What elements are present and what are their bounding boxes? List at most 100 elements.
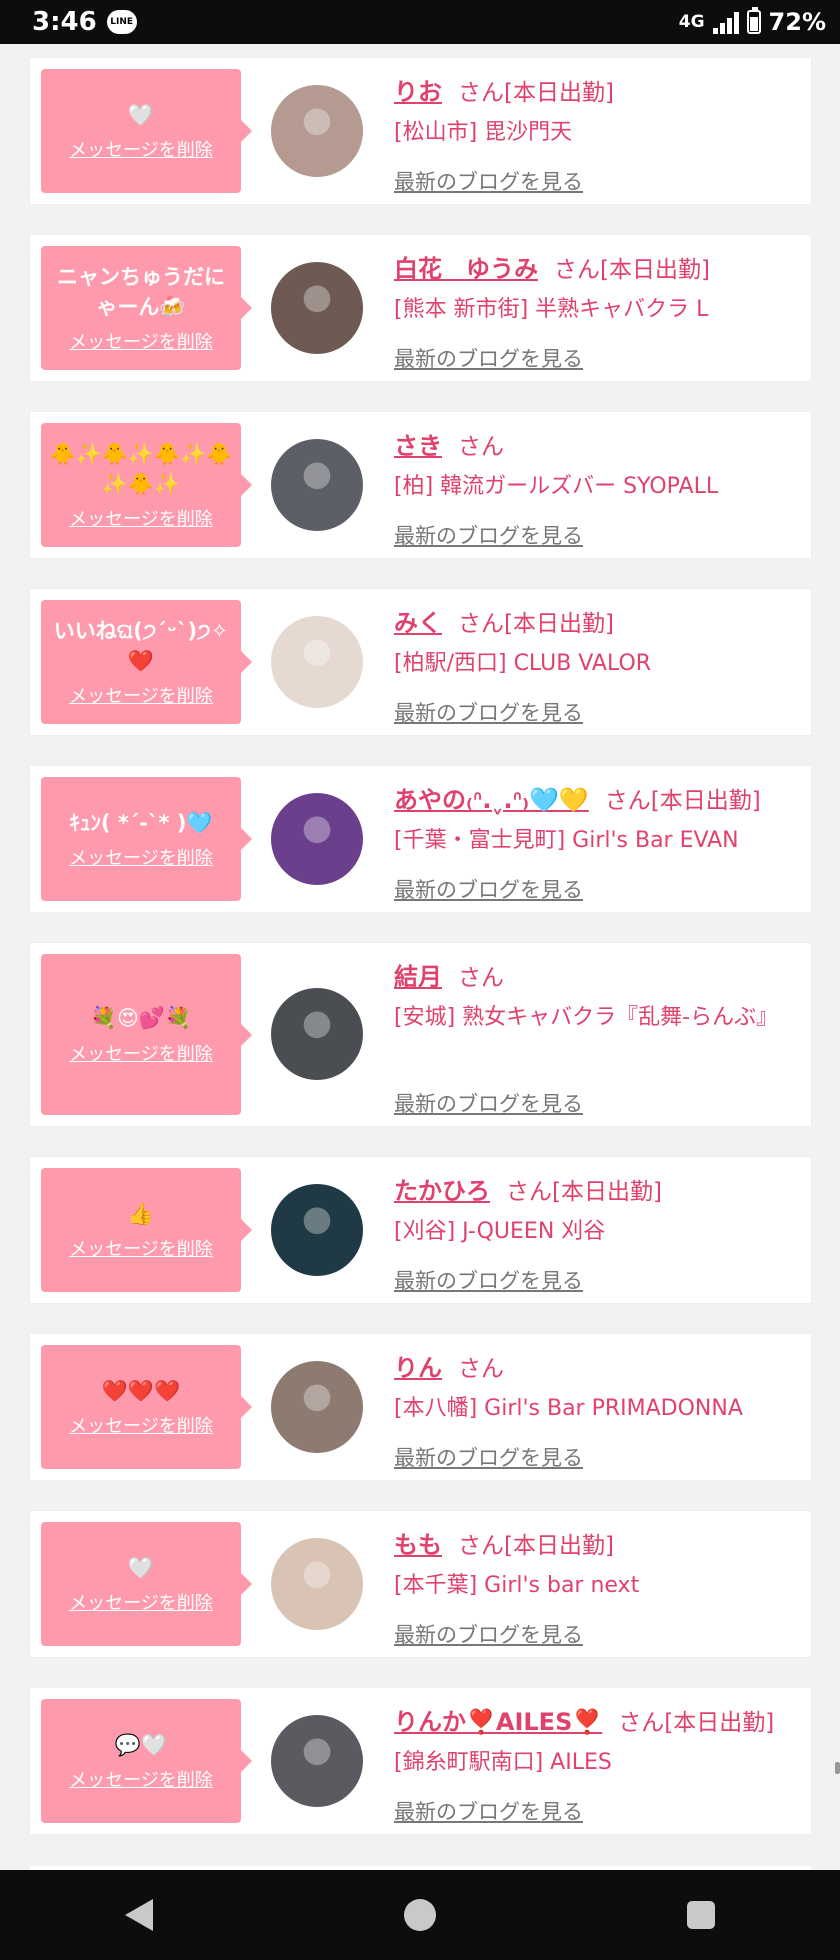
network-type: 4G xyxy=(678,12,705,32)
list-item: 🤍 メッセージを削除 もも さん[本日出勤] [本千葉] Girl's bar n… xyxy=(30,1511,811,1657)
delete-message-link[interactable]: メッセージを削除 xyxy=(69,844,213,870)
shop-label: [熊本 新市街] 半熟キャバクラ L xyxy=(394,297,709,322)
status-label: さん[本日出勤] xyxy=(618,1710,775,1736)
profile-name-link[interactable]: 結月 xyxy=(394,963,442,991)
profile-name-link[interactable]: 白花 ゆうみ xyxy=(394,255,538,283)
delete-message-link[interactable]: メッセージを削除 xyxy=(69,1589,213,1615)
blog-link[interactable]: 最新のブログを見る xyxy=(394,697,583,727)
profile-name-link[interactable]: りんか❣️AILES❣️ xyxy=(394,1708,602,1736)
message-text: 💬🤍 xyxy=(114,1732,168,1757)
blog-link[interactable]: 最新のブログを見る xyxy=(394,520,583,550)
profile-info: もも さん[本日出勤] [本千葉] Girl's bar next 最新のブログを… xyxy=(394,1525,803,1649)
status-time: 3:46 xyxy=(32,7,97,37)
shop-label: [千葉・富士見町] Girl's Bar EVAN xyxy=(394,828,739,853)
shop-label: [錦糸町駅南口] AILES xyxy=(394,1750,612,1775)
message-text: 🤍 xyxy=(127,1555,155,1580)
android-nav-bar xyxy=(0,1870,840,1960)
message-bubble: ❤️❤️❤️ メッセージを削除 xyxy=(41,1345,252,1469)
blog-link[interactable]: 最新のブログを見る xyxy=(394,1088,583,1118)
status-label: さん[本日出勤] xyxy=(458,611,614,637)
profile-info: あやの₍ᐢ.ˬ.ᐢ₎🩵💛 さん[本日出勤] [千葉・富士見町] Girl's Ba… xyxy=(394,780,803,904)
profile-info: たかひろ さん[本日出勤] [刈谷] J-QUEEN 刈谷 最新のブログを見る xyxy=(394,1171,803,1295)
profile-name-link[interactable]: もも xyxy=(394,1531,442,1559)
status-label: さん[本日出勤] xyxy=(458,1533,614,1559)
battery-icon xyxy=(746,7,761,34)
avatar[interactable] xyxy=(271,262,363,354)
avatar[interactable] xyxy=(271,1184,363,1276)
list-item: ニャンちゅうだにゃーん🍻 メッセージを削除 白花 ゆうみ さん[本日出勤] [熊本… xyxy=(30,235,811,381)
message-bubble: 💬🤍 メッセージを削除 xyxy=(41,1699,252,1823)
avatar[interactable] xyxy=(271,1361,363,1453)
avatar[interactable] xyxy=(271,439,363,531)
blog-link[interactable]: 最新のブログを見る xyxy=(394,1265,583,1295)
avatar[interactable] xyxy=(271,1715,363,1807)
profile-name-link[interactable]: りお xyxy=(394,78,442,106)
message-text: ｷｭﾝ( *´-`* )🩵 xyxy=(69,810,213,835)
message-text: ❤️❤️❤️ xyxy=(101,1378,181,1403)
status-label: さん[本日出勤] xyxy=(506,1179,662,1205)
delete-message-link[interactable]: メッセージを削除 xyxy=(69,136,213,162)
delete-message-link[interactable]: メッセージを削除 xyxy=(69,505,213,531)
list-item: ｷｭﾝ( *´-`* )🩵 メッセージを削除 あやの₍ᐢ.ˬ.ᐢ₎🩵💛 さん[本日… xyxy=(30,766,811,912)
list-item: 💐😍💕💐 メッセージを削除 結月 さん [安城] 熟女キャバクラ『乱舞-らんぶ』 … xyxy=(30,943,811,1126)
profile-name-link[interactable]: たかひろ xyxy=(394,1177,490,1205)
message-bubble: ｷｭﾝ( *´-`* )🩵 メッセージを削除 xyxy=(41,777,252,901)
message-text: 💐😍💕💐 xyxy=(90,1006,192,1031)
shop-label: [本千葉] Girl's bar next xyxy=(394,1573,640,1598)
signal-icon xyxy=(712,10,739,34)
delete-message-link[interactable]: メッセージを削除 xyxy=(69,1766,213,1792)
avatar[interactable] xyxy=(271,616,363,708)
list-item: 🐥✨🐥✨🐥✨🐥✨🐥✨ メッセージを削除 さき さん [柏] 韓流ガールズバー SY… xyxy=(30,412,811,558)
blog-link[interactable]: 最新のブログを見る xyxy=(394,874,583,904)
scrollbar[interactable] xyxy=(835,1762,840,1774)
profile-name-link[interactable]: りん xyxy=(394,1354,442,1382)
list-item: ❤️❤️❤️ メッセージを削除 りん さん [本八幡] Girl's Bar PR… xyxy=(30,1334,811,1480)
delete-message-link[interactable]: メッセージを削除 xyxy=(69,1040,213,1066)
back-icon[interactable] xyxy=(125,1899,154,1931)
message-list[interactable]: 🤍 メッセージを削除 りお さん[本日出勤] [松山市] 毘沙門天 最新のブログを… xyxy=(0,44,840,1870)
avatar[interactable] xyxy=(271,793,363,885)
blog-link[interactable]: 最新のブログを見る xyxy=(394,1619,583,1649)
avatar[interactable] xyxy=(271,85,363,177)
profile-name-link[interactable]: みく xyxy=(394,609,442,637)
profile-name-link[interactable]: あやの₍ᐢ.ˬ.ᐢ₎🩵💛 xyxy=(394,786,589,814)
profile-info: 白花 ゆうみ さん[本日出勤] [熊本 新市街] 半熟キャバクラ L 最新のブログ… xyxy=(394,249,803,373)
avatar[interactable] xyxy=(271,988,363,1080)
profile-info: さき さん [柏] 韓流ガールズバー SYOPALL 最新のブログを見る xyxy=(394,426,803,550)
blog-link[interactable]: 最新のブログを見る xyxy=(394,1442,583,1472)
status-label: さん xyxy=(458,434,504,460)
shop-label: [本八幡] Girl's Bar PRIMADONNA xyxy=(394,1396,743,1421)
shop-label: [柏] 韓流ガールズバー SYOPALL xyxy=(394,474,719,499)
list-item: いいねଘ(੭ˊᵕˋ)੭✧❤️ メッセージを削除 みく さん[本日出勤] [柏駅/西… xyxy=(30,589,811,735)
shop-label: [柏駅/西口] CLUB VALOR xyxy=(394,651,652,676)
message-bubble: 🤍 メッセージを削除 xyxy=(41,1522,252,1646)
list-item: 💬🤍 メッセージを削除 りんか❣️AILES❣️ さん[本日出勤] [錦糸町駅南口… xyxy=(30,1688,811,1834)
delete-message-link[interactable]: メッセージを削除 xyxy=(69,1235,213,1261)
line-app-icon: LINE xyxy=(106,10,137,34)
message-bubble: いいねଘ(੭ˊᵕˋ)੭✧❤️ メッセージを削除 xyxy=(41,600,252,724)
recent-apps-icon[interactable] xyxy=(686,1901,715,1929)
profile-name-link[interactable]: さき xyxy=(394,432,442,460)
message-text: いいねଘ(੭ˊᵕˋ)੭✧❤️ xyxy=(53,618,229,673)
status-label: さん[本日出勤] xyxy=(458,80,614,106)
message-text: 🐥✨🐥✨🐥✨🐥✨🐥✨ xyxy=(49,441,233,496)
blog-link[interactable]: 最新のブログを見る xyxy=(394,166,583,196)
message-text: ニャンちゅうだにゃーん🍻 xyxy=(57,264,225,319)
delete-message-link[interactable]: メッセージを削除 xyxy=(69,1412,213,1438)
blog-link[interactable]: 最新のブログを見る xyxy=(394,343,583,373)
profile-info: りんか❣️AILES❣️ さん[本日出勤] [錦糸町駅南口] AILES 最新のブ… xyxy=(394,1702,803,1826)
blog-link[interactable]: 最新のブログを見る xyxy=(394,1796,583,1826)
list-item: 👍 メッセージを削除 たかひろ さん[本日出勤] [刈谷] J-QUEEN 刈谷 … xyxy=(30,1157,811,1303)
list-item: 🤍 メッセージを削除 りお さん[本日出勤] [松山市] 毘沙門天 最新のブログを… xyxy=(30,58,811,204)
message-bubble: 🤍 メッセージを削除 xyxy=(41,69,252,193)
delete-message-link[interactable]: メッセージを削除 xyxy=(69,682,213,708)
home-icon[interactable] xyxy=(403,1899,436,1931)
avatar[interactable] xyxy=(271,1538,363,1630)
message-text: 🤍 xyxy=(127,102,155,127)
status-bar: 3:46 LINE 4G 72% xyxy=(0,0,840,44)
profile-info: りん さん [本八幡] Girl's Bar PRIMADONNA 最新のブログを… xyxy=(394,1348,803,1472)
delete-message-link[interactable]: メッセージを削除 xyxy=(69,328,213,354)
message-text: 👍 xyxy=(127,1201,155,1226)
message-bubble: ニャンちゅうだにゃーん🍻 メッセージを削除 xyxy=(41,246,252,370)
message-bubble: 👍 メッセージを削除 xyxy=(41,1168,252,1292)
